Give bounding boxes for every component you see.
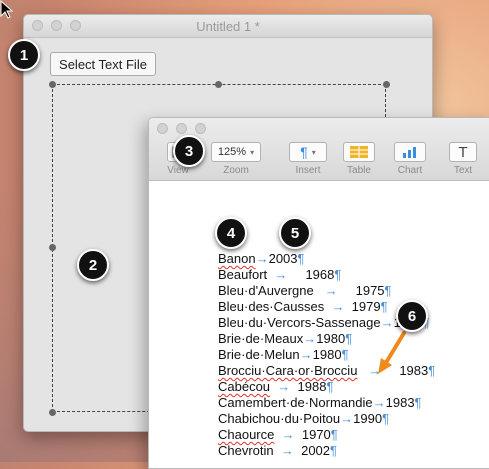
callout-6: 6 [396, 300, 428, 332]
callout-4: 4 [215, 217, 247, 249]
callout-2: 2 [77, 249, 109, 281]
mouse-cursor-icon [0, 0, 14, 19]
callout-5: 5 [279, 217, 311, 249]
callout-3: 3 [173, 135, 205, 167]
callout-1: 1 [8, 39, 40, 71]
